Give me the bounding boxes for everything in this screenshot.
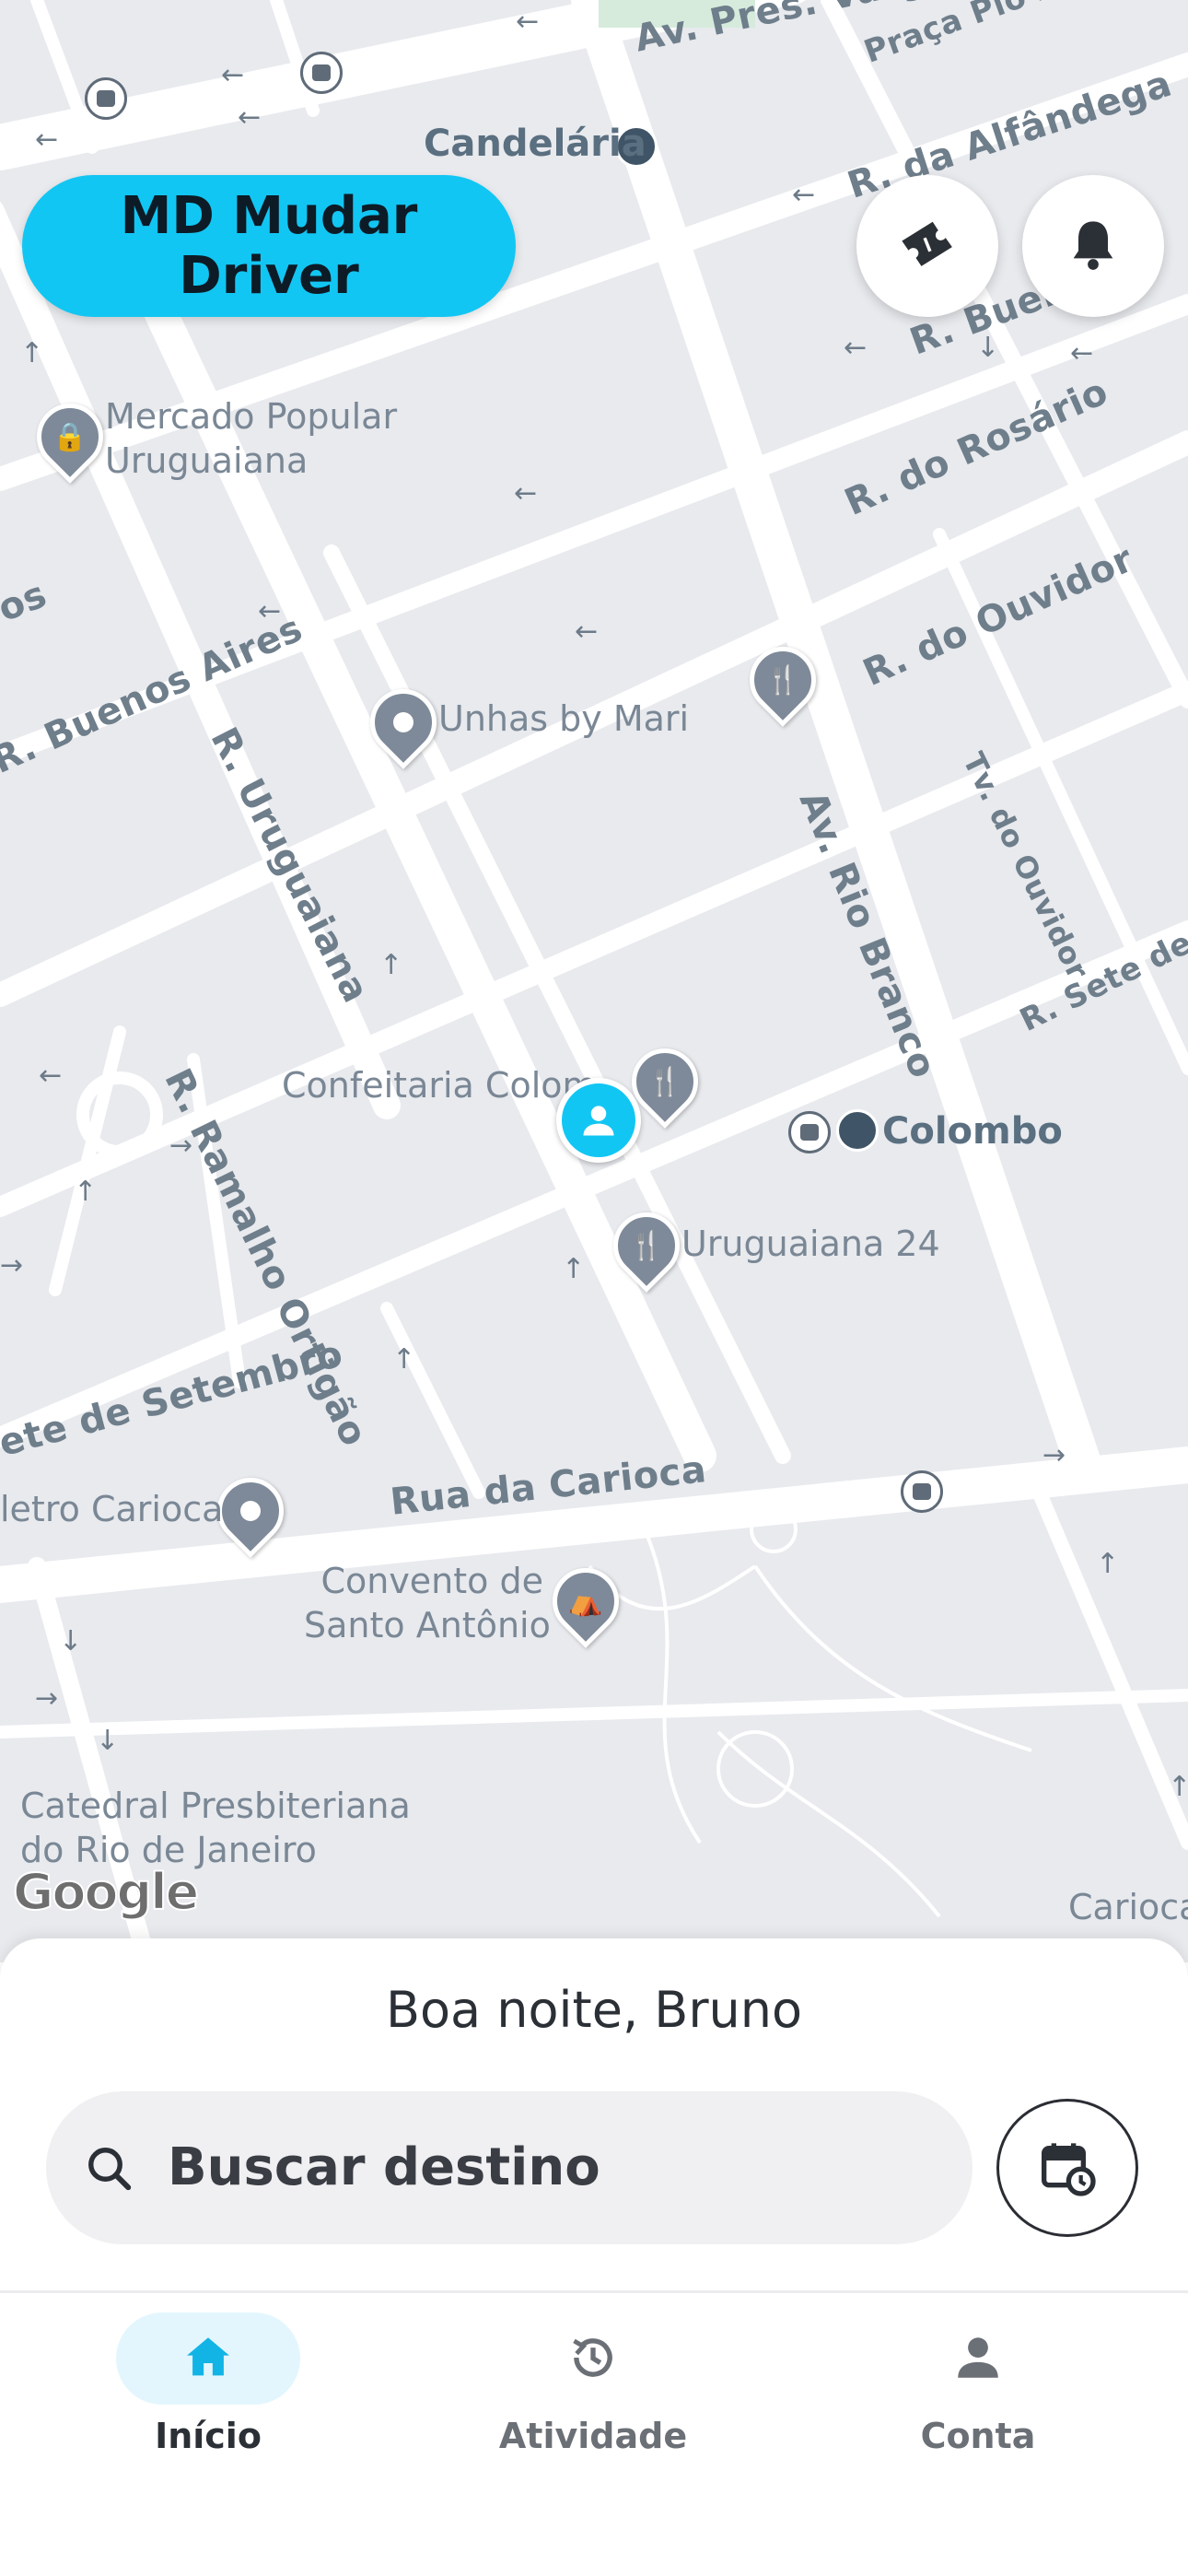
one-way-arrow-icon: → [169, 1130, 193, 1162]
person-icon [583, 1106, 614, 1136]
poi-label-convento[interactable]: Convento de Santo Antônio [304, 1559, 551, 1647]
calendar-clock-icon [1042, 2143, 1096, 2196]
nav-tab-inicio[interactable]: Início [88, 2313, 328, 2460]
search-icon [88, 2148, 132, 2191]
bus-stop-icon [300, 52, 343, 94]
one-way-arrow-icon: ↓ [96, 1725, 120, 1757]
poi-label-unhas[interactable]: Unhas by Mari [438, 697, 689, 741]
poi-label-mercado[interactable]: Mercado Popular Uruguaiana [105, 394, 397, 483]
one-way-arrow-icon: ← [238, 101, 262, 134]
nav-tab-conta[interactable]: Conta [858, 2313, 1098, 2460]
nav-label: Atividade [498, 2416, 688, 2456]
home-icon [187, 2337, 229, 2376]
one-way-arrow-icon: ← [514, 477, 538, 509]
one-way-arrow-icon: ↑ [1168, 1771, 1188, 1803]
one-way-arrow-icon: ↑ [20, 337, 44, 369]
one-way-arrow-icon: → [0, 1249, 24, 1282]
switch-driver-button[interactable]: MD Mudar Driver [22, 175, 516, 317]
one-way-arrow-icon: ↑ [1096, 1548, 1120, 1580]
poi-label-carioca[interactable]: Carioca [1068, 1885, 1188, 1929]
poi-label-catedral[interactable]: Catedral Presbiteriana do Rio de Janeiro [20, 1784, 411, 1872]
poi-label-candelaria[interactable]: Candelária [424, 122, 646, 166]
ticket-button[interactable] [856, 175, 998, 317]
one-way-arrow-icon: ↓ [976, 332, 1000, 364]
ticket-icon [902, 221, 952, 266]
one-way-arrow-icon: → [35, 1682, 59, 1715]
nav-label: Início [155, 2416, 262, 2456]
one-way-arrow-icon: ← [39, 1060, 63, 1092]
history-icon [573, 2338, 612, 2377]
one-way-arrow-icon: → [1042, 1439, 1066, 1471]
one-way-arrow-icon: ↑ [392, 1343, 416, 1376]
one-way-arrow-icon: ← [221, 59, 245, 91]
one-way-arrow-icon: ↓ [59, 1625, 83, 1657]
bus-stop-icon [85, 77, 127, 120]
one-way-arrow-icon: ↑ [74, 1176, 98, 1208]
one-way-arrow-icon: ↑ [379, 949, 403, 981]
user-location-marker[interactable] [556, 1078, 641, 1163]
nav-divider [0, 2290, 1188, 2293]
google-logo: Google [12, 1862, 200, 1922]
poi-label-confeitaria[interactable]: Confeitaria Colom [282, 1063, 597, 1107]
metro-icon [836, 1109, 879, 1152]
bell-icon [1073, 221, 1113, 270]
one-way-arrow-icon: ← [35, 123, 59, 156]
nav-label: Conta [920, 2416, 1036, 2456]
poi-label-metro-carioca[interactable]: letro Carioca [0, 1487, 223, 1531]
poi-label-colombo[interactable]: Colombo [882, 1109, 1063, 1153]
search-placeholder: Buscar destino [168, 2137, 600, 2197]
greeting-text: Boa noite, Bruno [385, 1981, 803, 2039]
one-way-arrow-icon: ← [844, 332, 868, 364]
one-way-arrow-icon: ← [575, 615, 599, 648]
poi-label-uruguaiana24[interactable]: Uruguaiana 24 [681, 1222, 940, 1266]
one-way-arrow-icon: ↑ [562, 1253, 586, 1285]
bus-stop-icon [901, 1470, 943, 1513]
one-way-arrow-icon: ← [1070, 337, 1094, 369]
schedule-ride-button[interactable] [996, 2099, 1138, 2237]
destination-search-input[interactable]: Buscar destino [46, 2091, 973, 2244]
person-icon [958, 2337, 998, 2378]
tram-stop-icon [788, 1111, 831, 1153]
nav-tab-atividade[interactable]: Atividade [473, 2313, 713, 2460]
notifications-button[interactable] [1022, 175, 1164, 317]
one-way-arrow-icon: ← [258, 595, 282, 627]
one-way-arrow-icon: ← [792, 179, 816, 211]
one-way-arrow-icon: ← [516, 6, 540, 38]
